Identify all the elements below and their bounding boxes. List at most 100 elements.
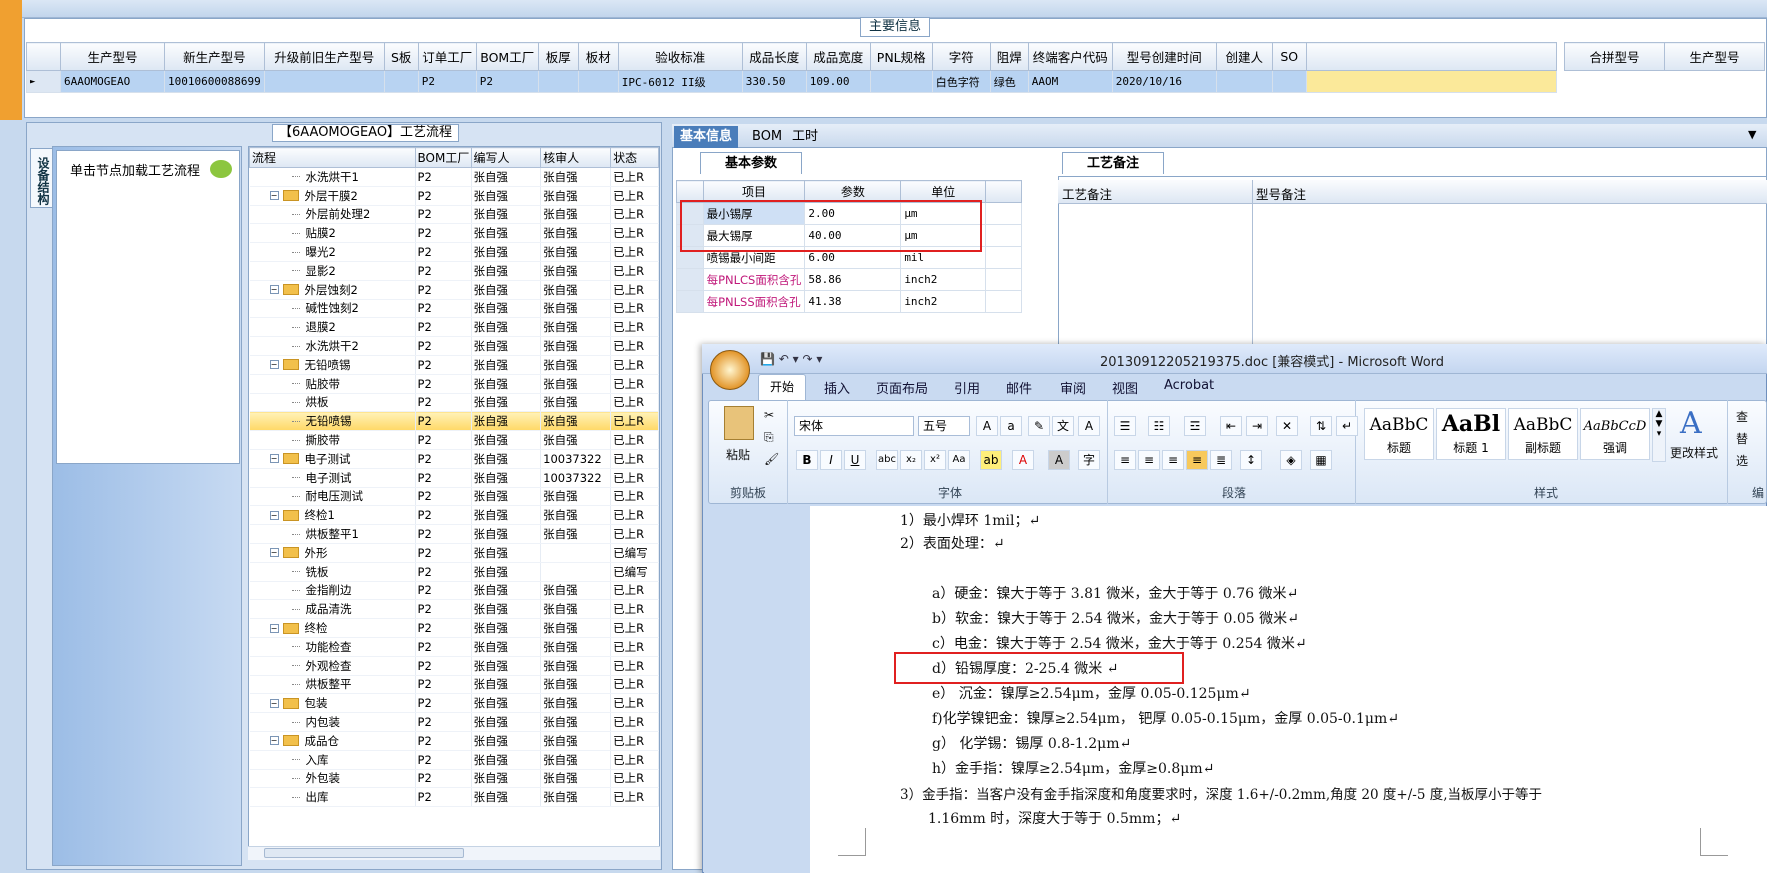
office-button-icon[interactable]	[710, 350, 750, 390]
chinese-layout-icon[interactable]: ✕	[1276, 416, 1298, 436]
flow-node-cell[interactable]: 水洗烘干2	[249, 336, 416, 356]
main-col-header[interactable]: BOM工厂	[475, 42, 539, 71]
flow-node-cell[interactable]: 功能检查	[249, 637, 416, 657]
tree-node[interactable]: 烘板	[252, 394, 413, 410]
flow-row[interactable]: 显影2 P2 张自强 张自强 已上R	[249, 261, 659, 281]
main-cell[interactable]: 10010600088699	[164, 70, 265, 93]
flow-row[interactable]: − 电子测试 P2 张自强 10037322 已上R	[249, 449, 659, 469]
flow-row[interactable]: 贴膜2 P2 张自强 张自强 已上R	[249, 223, 659, 244]
expand-toggle-icon[interactable]: −	[269, 191, 279, 201]
flow-row[interactable]: − 外层干膜2 P2 张自强 张自强 已上R	[249, 186, 659, 206]
tree-node[interactable]: 贴胶带	[252, 376, 413, 392]
subscript-icon[interactable]: x₂	[900, 450, 922, 470]
sort-icon[interactable]: ⇅	[1310, 416, 1332, 436]
flow-node-cell[interactable]: − 外层干膜2	[249, 186, 416, 206]
flow-node-cell[interactable]: 成品清洗	[249, 599, 416, 620]
flow-row[interactable]: 无铅喷锡 P2 张自强 张自强 已上R	[249, 411, 659, 432]
flow-col-header[interactable]: 状态	[610, 147, 659, 168]
flow-node-cell[interactable]: − 终检1	[249, 505, 416, 526]
flow-node-cell[interactable]: 退膜2	[249, 317, 416, 338]
highlight-color-icon[interactable]: ab	[980, 450, 1002, 470]
flow-row[interactable]: 贴胶带 P2 张自强 张自强 已上R	[249, 374, 659, 394]
grow-font-icon[interactable]: A	[976, 416, 998, 436]
scrollbar-thumb[interactable]	[264, 848, 464, 858]
load-process-label[interactable]: 单击节点加载工艺流程	[70, 160, 200, 179]
param-row[interactable]: 每PNLCS面积含孔 58.86 inch2	[676, 268, 1022, 291]
change-case-icon[interactable]: Aa	[948, 450, 970, 470]
tree-node[interactable]: 烘板整平1	[252, 526, 413, 542]
tree-node[interactable]: − 终检	[252, 620, 413, 636]
cut-icon[interactable]: ✂	[764, 408, 774, 422]
flow-node-cell[interactable]: 耐电压测试	[249, 487, 416, 507]
bullets-icon[interactable]: ☰	[1114, 416, 1136, 436]
style-emphasis[interactable]: AaBbCcD 强调	[1580, 408, 1650, 460]
main-col-header[interactable]: 阻焊	[989, 42, 1029, 71]
tree-node[interactable]: 水洗烘干2	[252, 338, 413, 354]
font-color-icon[interactable]: A	[1012, 450, 1034, 470]
tree-node[interactable]: 外包装	[252, 770, 413, 786]
flow-row[interactable]: 入库 P2 张自强 张自强 已上R	[249, 750, 659, 770]
flow-col-header[interactable]: 核审人	[540, 147, 612, 168]
flow-node-cell[interactable]: 入库	[249, 750, 416, 770]
main-info-row[interactable]: ► 6AAOMOGEAO 10010600088699 P2 P2 IPC-6012 II…	[26, 70, 1557, 93]
flow-col-header[interactable]: 编写人	[470, 147, 542, 168]
flow-row[interactable]: − 外层蚀刻2 P2 张自强 张自强 已上R	[249, 280, 659, 300]
style-subtitle[interactable]: AaBbC 副标题	[1508, 408, 1578, 460]
main-col-header[interactable]: 订单工厂	[417, 42, 477, 71]
flow-node-cell[interactable]: 曝光2	[249, 242, 416, 262]
flow-node-cell[interactable]: 外包装	[249, 769, 416, 789]
tree-node[interactable]: − 电子测试	[252, 451, 413, 467]
expand-toggle-icon[interactable]: −	[269, 360, 279, 370]
quick-access-toolbar[interactable]: 💾 ↶ ▾ ↷ ▾	[760, 352, 822, 366]
flow-node-cell[interactable]: − 无铅喷锡	[249, 355, 416, 375]
flow-row[interactable]: 水洗烘干2 P2 张自强 张自强 已上R	[249, 336, 659, 356]
multilevel-list-icon[interactable]: ☲	[1184, 416, 1206, 436]
expand-toggle-icon[interactable]: −	[269, 736, 279, 746]
numbering-icon[interactable]: ☷	[1148, 416, 1170, 436]
flow-node-cell[interactable]: 贴膜2	[249, 223, 416, 244]
line-spacing-icon[interactable]: ↕	[1240, 450, 1262, 470]
tab-basic-info[interactable]: 基本信息	[674, 126, 739, 148]
tab-bom[interactable]: BOM	[746, 126, 788, 148]
tree-node[interactable]: 显影2	[252, 263, 413, 279]
style-heading1[interactable]: AaBl 标题 1	[1436, 408, 1506, 460]
main-col-header[interactable]: PNL规格	[869, 42, 933, 71]
select-button[interactable]: 选	[1736, 452, 1748, 469]
dropdown-arrow-icon[interactable]: ▼	[1748, 128, 1756, 141]
font-name-combo[interactable]: 宋体	[794, 416, 914, 436]
main-cell[interactable]: AAOM	[1027, 70, 1113, 93]
flow-col-header[interactable]: BOM工厂	[414, 147, 472, 168]
underline-icon[interactable]: U	[844, 450, 866, 470]
ribbon-tab-insert[interactable]: 插入	[824, 378, 850, 397]
main-col-header[interactable]: 字符	[931, 42, 991, 71]
paste-icon[interactable]	[724, 406, 754, 440]
align-center-icon[interactable]: ≡	[1138, 450, 1160, 470]
flow-node-cell[interactable]: 出库	[249, 787, 416, 808]
font-size-combo[interactable]: 五号	[918, 416, 970, 436]
flow-row[interactable]: 退膜2 P2 张自强 张自强 已上R	[249, 317, 659, 338]
copy-icon[interactable]: ⎘	[764, 430, 774, 445]
main-cell[interactable]	[1215, 70, 1273, 93]
flow-row[interactable]: − 包装 P2 张自强 张自强 已上R	[249, 693, 659, 714]
flow-node-cell[interactable]: − 外层蚀刻2	[249, 280, 416, 300]
flow-row[interactable]: 铣板 P2 张自强 已编写	[249, 562, 659, 582]
main-cell[interactable]	[577, 70, 619, 93]
italic-icon[interactable]: I	[820, 450, 842, 470]
align-right-icon[interactable]: ≡	[1162, 450, 1184, 470]
clear-format-icon[interactable]: ✎	[1028, 416, 1050, 436]
flow-node-cell[interactable]: 内包装	[249, 712, 416, 732]
flow-row[interactable]: − 终检 P2 张自强 张自强 已上R	[249, 618, 659, 638]
superscript-icon[interactable]: x²	[924, 450, 946, 470]
flow-row[interactable]: 电子测试 P2 张自强 10037322 已上R	[249, 468, 659, 488]
param-value-cell[interactable]: 58.86	[804, 268, 902, 291]
flow-row[interactable]: 功能检查 P2 张自强 张自强 已上R	[249, 637, 659, 657]
flow-row[interactable]: − 成品仓 P2 张自强 张自强 已上R	[249, 731, 659, 751]
flow-row[interactable]: 出库 P2 张自强 张自强 已上R	[249, 787, 659, 808]
flow-row[interactable]: 碱性蚀刻2 P2 张自强 张自强 已上R	[249, 299, 659, 319]
flow-node-cell[interactable]: 贴胶带	[249, 374, 416, 394]
flow-row[interactable]: 曝光2 P2 张自强 张自强 已上R	[249, 242, 659, 262]
flow-node-cell[interactable]: − 终检	[249, 618, 416, 638]
tree-node[interactable]: 电子测试	[252, 470, 413, 486]
main-cell[interactable]	[383, 70, 419, 93]
char-border-icon[interactable]: A	[1078, 416, 1100, 436]
